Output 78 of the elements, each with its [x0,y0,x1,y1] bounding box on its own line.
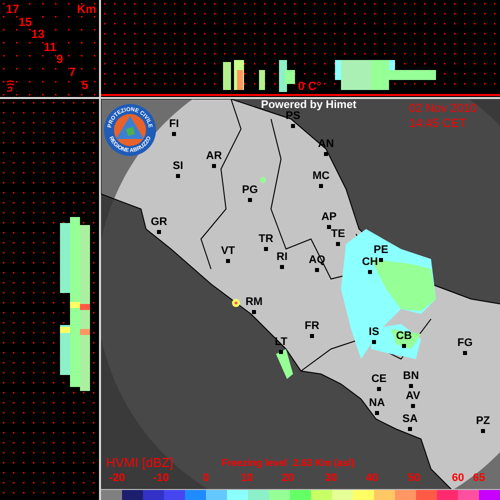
city-label: FI [169,119,179,130]
scale-tick-label: -10 [153,473,169,484]
city-marker-icon [411,404,415,408]
city-label: PS [286,111,300,122]
scale-tick-label: -20 [109,473,125,484]
city-label: RI [276,252,288,263]
city-label: TR [258,234,274,245]
altitude-label: 9 [56,53,64,66]
city-marker-icon [463,351,467,355]
city-label: AV [406,391,420,402]
city-label: PG [242,185,258,196]
city-label: VT [220,246,236,257]
city-marker-icon [408,427,412,431]
city-marker-icon [279,350,283,354]
city-label: PZ [476,416,490,427]
city-marker-icon [319,184,323,188]
city-marker-icon [481,429,485,433]
city-marker-icon [310,334,314,338]
scale-tick-label: 0 [202,473,210,484]
city-marker-icon [248,198,252,202]
time-text: 14:45 CET [409,117,468,129]
city-label: AR [206,151,222,162]
scale-tick-label: 60 [452,473,464,484]
city-label: SA [402,414,418,425]
city-label: SI [172,161,184,172]
city-marker-icon [264,247,268,251]
city-label: AP [321,212,337,223]
city-marker-icon [409,384,413,388]
city-label: CB [396,331,412,342]
freezing-level-text: Freezing level 2.63 Km (asl) [221,459,355,469]
city-marker-icon [377,387,381,391]
city-marker-icon [212,164,216,168]
city-marker-icon [172,132,176,136]
unit-label: Km [77,3,96,15]
credit-text: Powered by Himet [261,100,356,111]
city-label: FR [304,321,320,332]
city-marker-icon [336,242,340,246]
isotherm-label: 0 C° [298,80,322,92]
altitude-label: 13 [31,28,45,41]
city-marker-icon [324,152,328,156]
city-marker-icon [368,270,372,274]
city-marker-icon [327,225,331,229]
altitude-label: 11 [44,40,56,54]
date-text: 02 Nov 2010 [409,102,478,114]
scale-tick-label: 50 [408,473,420,484]
city-label: CE [371,374,387,385]
city-label: CH [362,257,378,268]
scale-tick-label: 30 [324,473,338,484]
city-marker-icon [291,124,295,128]
city-marker-icon [157,230,161,234]
city-label: FG [457,338,473,349]
scale-tick-label: 20 [282,473,294,484]
city-label: NA [369,398,385,409]
city-marker-icon [375,411,379,415]
city-marker-icon [402,344,406,348]
scale-tick-label: 65 [472,473,486,484]
altitude-label: 5 [82,78,88,92]
city-marker-icon [280,265,284,269]
scale-tick-label: 10 [240,473,254,484]
city-marker-icon [226,259,230,263]
city-label: MC [312,171,330,182]
city-label: BN [403,371,419,382]
scale-tick-label: 40 [366,473,378,484]
altitude-label: 17 [6,3,20,16]
city-label: TE [330,229,346,240]
city-label: PE [374,245,388,256]
city-label: IS [368,327,380,338]
city-label: GR [150,217,168,228]
city-marker-icon [315,268,319,272]
altitude-label: 15 [18,16,32,28]
city-marker-icon [176,174,180,178]
city-marker-icon [379,258,383,262]
altitude-label: 7 [69,66,76,79]
squiggle-icon [6,80,15,92]
product-label: HVMI [dBZ] [106,456,174,469]
city-marker-icon [372,340,376,344]
city-label: RM [245,297,263,308]
city-marker-icon [252,310,256,314]
